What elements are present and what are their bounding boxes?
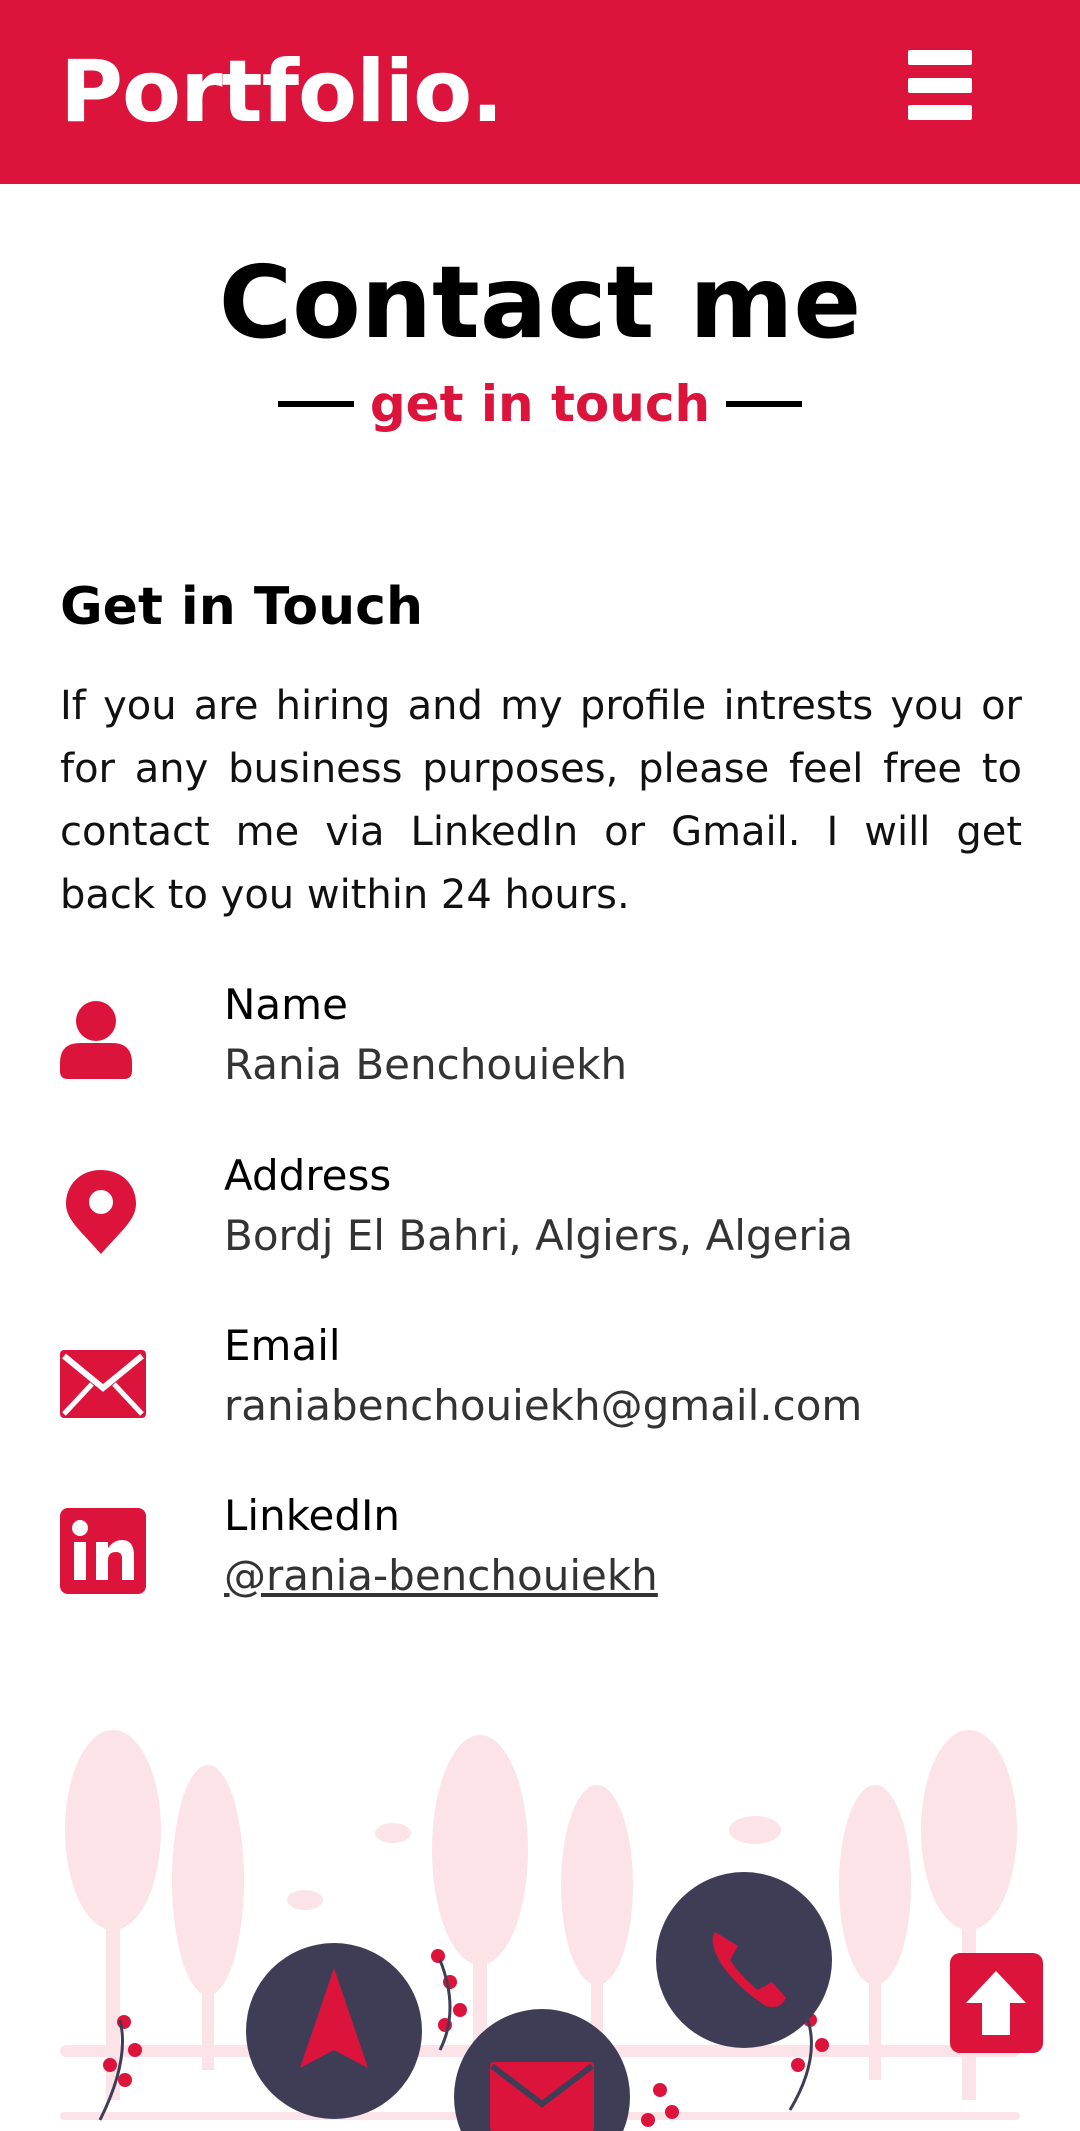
linkedin-link[interactable]: @rania-benchouiekh	[224, 1548, 658, 1604]
get-in-touch-heading: Get in Touch	[60, 577, 424, 637]
info-label: Name	[224, 980, 348, 1029]
mail-icon	[490, 2062, 594, 2131]
section-subtitle: get in touch	[0, 372, 1080, 436]
intro-paragraph: If you are hiring and my profile intrest…	[60, 683, 1022, 918]
brand-logo[interactable]: Portfolio.	[60, 36, 504, 148]
phone-circle	[656, 1872, 832, 2048]
info-value: raniabenchouiekh@gmail.com	[224, 1381, 863, 1430]
hamburger-icon-bar	[908, 105, 972, 120]
menu-button[interactable]	[908, 50, 978, 120]
info-value: Rania Benchouiekh	[224, 1040, 628, 1089]
linkedin-icon	[60, 1508, 146, 1594]
info-label: Email	[224, 1321, 341, 1370]
info-label: LinkedIn	[224, 1491, 401, 1540]
contact-item-email: Email raniabenchouiekh@gmail.com	[60, 1318, 1020, 1448]
contact-item-linkedin: LinkedIn @rania-benchouiekh	[60, 1488, 1020, 1618]
contact-item-name: Name Rania Benchouiekh	[60, 977, 1020, 1107]
arrow-up-icon	[966, 1971, 1026, 2035]
map-pin-icon	[66, 1170, 136, 1254]
envelope-icon	[60, 1350, 146, 1418]
navbar: Portfolio.	[0, 0, 1080, 184]
hamburger-icon	[908, 50, 972, 65]
divider-line-right	[726, 401, 803, 407]
contact-illustration	[60, 1730, 1020, 2131]
hamburger-icon-bar	[908, 77, 972, 93]
section-title: Contact me	[218, 244, 862, 361]
info-label: Address	[224, 1151, 392, 1200]
divider-line-left	[277, 401, 354, 407]
info-value: Bordj El Bahri, Algiers, Algeria	[224, 1211, 854, 1260]
user-icon	[60, 1001, 132, 1079]
subtitle-text: get in touch	[369, 375, 711, 433]
contact-item-address: Address Bordj El Bahri, Algiers, Algeria	[60, 1148, 1020, 1278]
scroll-to-top-button[interactable]	[950, 1953, 1043, 2053]
